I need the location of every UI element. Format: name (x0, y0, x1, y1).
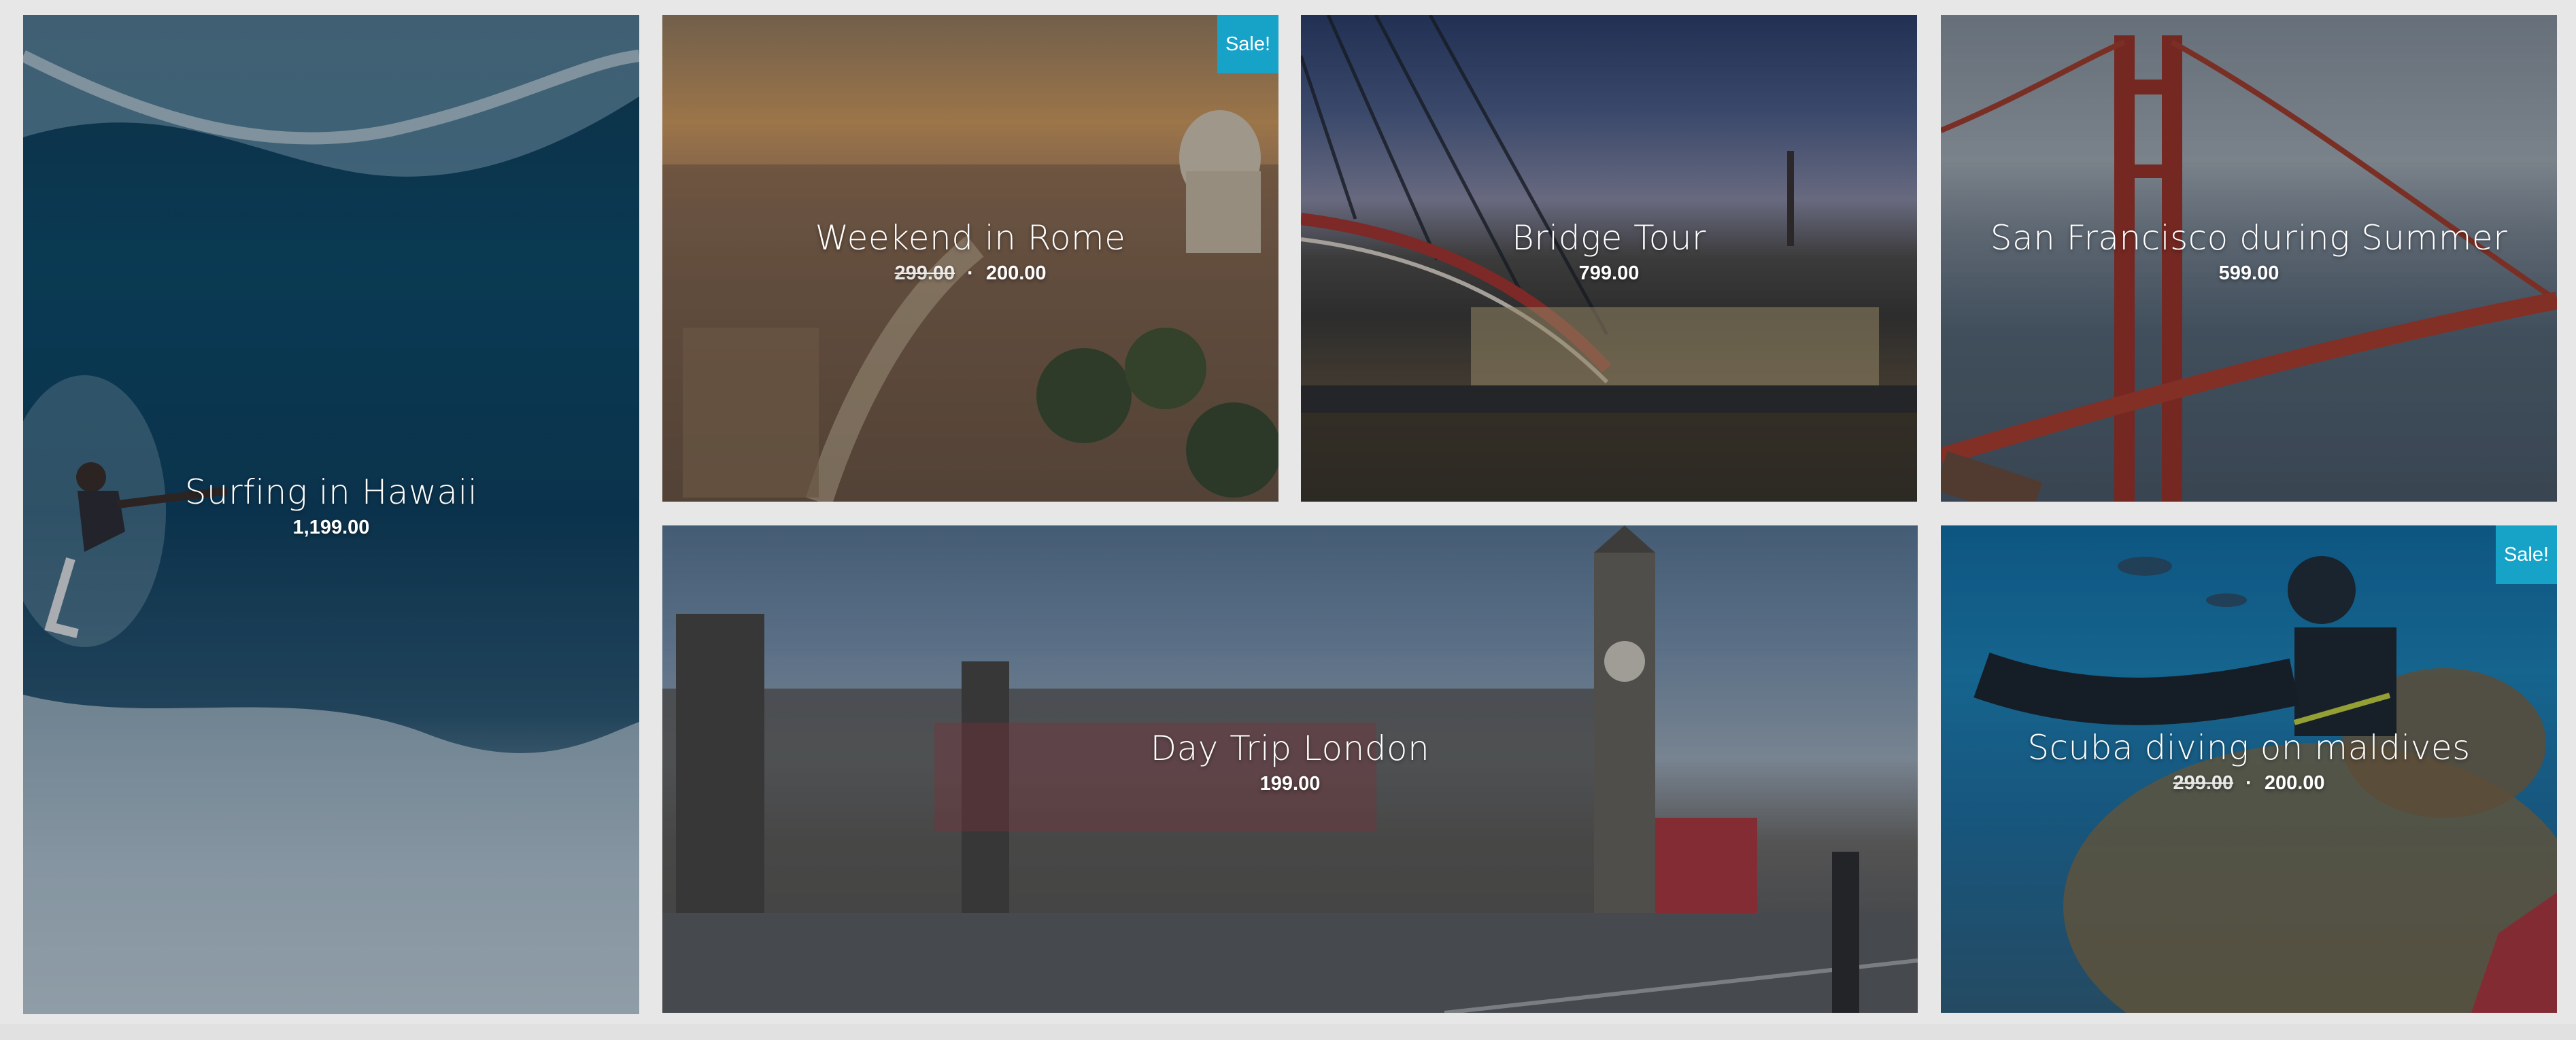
sale-price: 200.00 (2264, 772, 2325, 794)
tile-price: 299.00 · 200.00 (894, 262, 1047, 284)
tile-price: 1,199.00 (292, 517, 370, 538)
tile-title: San Francisco during Summer (1990, 218, 2508, 258)
tile-title: Day Trip London (1150, 729, 1430, 768)
tile-bridge-tour[interactable]: Bridge Tour 799.00 (1301, 15, 1917, 502)
tile-weekend-rome[interactable]: Sale! Weekend in Rome 299.00 · 200.00 (662, 15, 1278, 502)
tile-caption: Bridge Tour 799.00 (1301, 218, 1917, 285)
tile-price: 299.00 · 200.00 (2173, 772, 2325, 794)
tour-grid: Surfing in Hawaii 1,199.00 Sale! Weekend… (0, 0, 2576, 1040)
tile-caption: Scuba diving on maldives 299.00 · 200.00 (1941, 727, 2557, 795)
tile-price: 799.00 (1578, 262, 1640, 284)
sale-badge: Sale! (1217, 15, 1278, 73)
tile-title: Surfing in Hawaii (184, 472, 478, 512)
tile-title: Weekend in Rome (815, 218, 1126, 258)
tile-title: Bridge Tour (1512, 218, 1706, 258)
tile-price: 599.00 (2218, 262, 2280, 284)
tile-caption: Day Trip London 199.00 (662, 728, 1918, 795)
old-price: 299.00 (2173, 772, 2234, 794)
old-price: 299.00 (894, 262, 955, 284)
tile-surfing-hawaii[interactable]: Surfing in Hawaii 1,199.00 (23, 15, 639, 1014)
tile-scuba-maldives[interactable]: Sale! Scuba diving on maldives 299.00 · 20… (1941, 525, 2557, 1013)
tile-caption: Weekend in Rome 299.00 · 200.00 (662, 218, 1278, 285)
tile-san-francisco[interactable]: San Francisco during Summer 599.00 (1941, 15, 2557, 502)
page-bottom-edge (0, 1024, 2576, 1040)
tile-title: Scuba diving on maldives (2027, 728, 2471, 767)
tile-day-trip-london[interactable]: Day Trip London 199.00 (662, 525, 1918, 1013)
tile-price: 199.00 (1259, 773, 1321, 795)
sale-badge: Sale! (2496, 525, 2557, 584)
tile-caption: Surfing in Hawaii 1,199.00 (23, 472, 639, 539)
sale-price: 200.00 (985, 262, 1047, 284)
tile-caption: San Francisco during Summer 599.00 (1941, 218, 2557, 285)
